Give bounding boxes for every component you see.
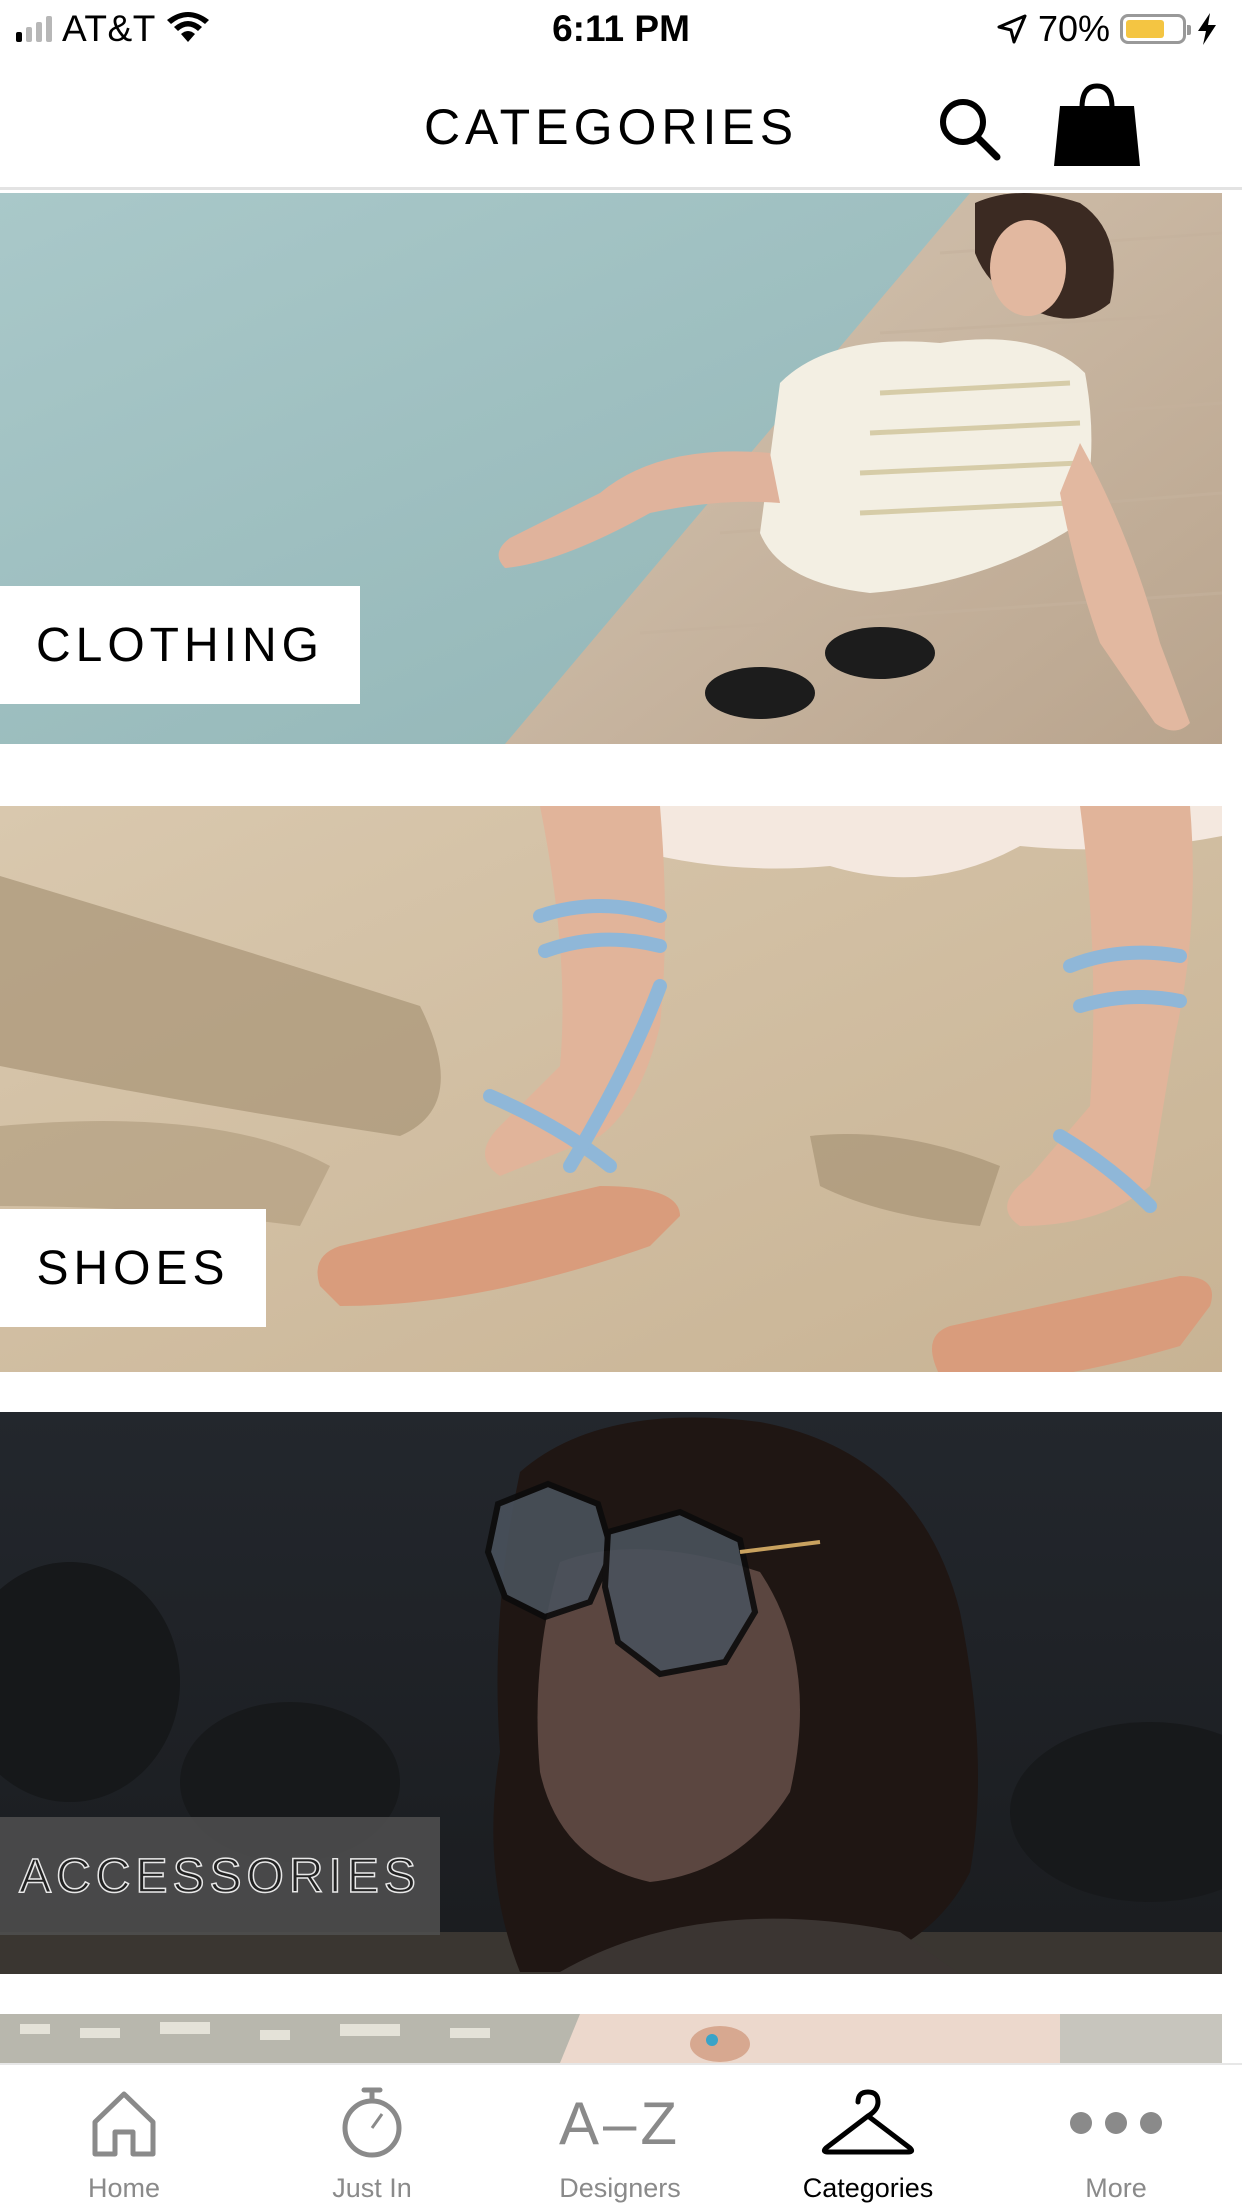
battery-percent: 70% (1037, 8, 1110, 49)
tab-bar: Home Just In A–Z Designers Categories Mo… (0, 2063, 1242, 2208)
battery-fill (1126, 20, 1164, 38)
header: CATEGORIES (0, 60, 1242, 190)
tab-home[interactable]: Home (0, 2065, 248, 2208)
tab-more-label: More (1085, 2173, 1147, 2203)
location-arrow-icon (997, 14, 1027, 44)
category-label-accessories: ACCESSORIES (0, 1817, 440, 1935)
category-tile-accessories[interactable]: ACCESSORIES (0, 1412, 1222, 1974)
tab-just-in-label: Just In (332, 2173, 412, 2203)
category-label-clothing: CLOTHING (0, 586, 360, 704)
more-dots-icon (1070, 2112, 1162, 2134)
charging-bolt-icon (1198, 13, 1216, 45)
tab-designers[interactable]: A–Z Designers (496, 2065, 744, 2208)
battery-icon (1120, 14, 1191, 44)
home-icon (92, 2091, 156, 2157)
shopping-bag-button[interactable] (1052, 82, 1142, 168)
a-z-icon: A–Z (558, 2089, 682, 2157)
category-label-shoes: SHOES (0, 1209, 266, 1327)
tab-just-in[interactable]: Just In (248, 2065, 496, 2208)
tab-categories-label: Categories (802, 2173, 934, 2203)
tab-designers-label: Designers (559, 2173, 681, 2203)
shopping-bag-icon (1054, 83, 1140, 166)
tab-categories[interactable]: Categories (744, 2065, 992, 2208)
status-bar: AT&T 6:11 PM 70% (0, 0, 1242, 60)
category-tile-clothing[interactable]: CLOTHING (0, 193, 1222, 744)
category-tile-shoes[interactable]: SHOES (0, 806, 1222, 1372)
status-right: 70% (996, 8, 1218, 50)
tab-more[interactable]: More (992, 2065, 1240, 2208)
search-button[interactable] (935, 94, 1005, 164)
stopwatch-icon (342, 2087, 402, 2158)
partial-photo (0, 2014, 1222, 2063)
hanger-icon (821, 2089, 915, 2155)
tab-home-label: Home (87, 2173, 161, 2203)
category-tile-partial[interactable] (0, 2014, 1222, 2063)
search-icon (940, 99, 1001, 161)
page-title: CATEGORIES (423, 99, 799, 155)
screen: AT&T 6:11 PM 70% CATEGORIES CLOTHING SHO… (0, 0, 1242, 2208)
